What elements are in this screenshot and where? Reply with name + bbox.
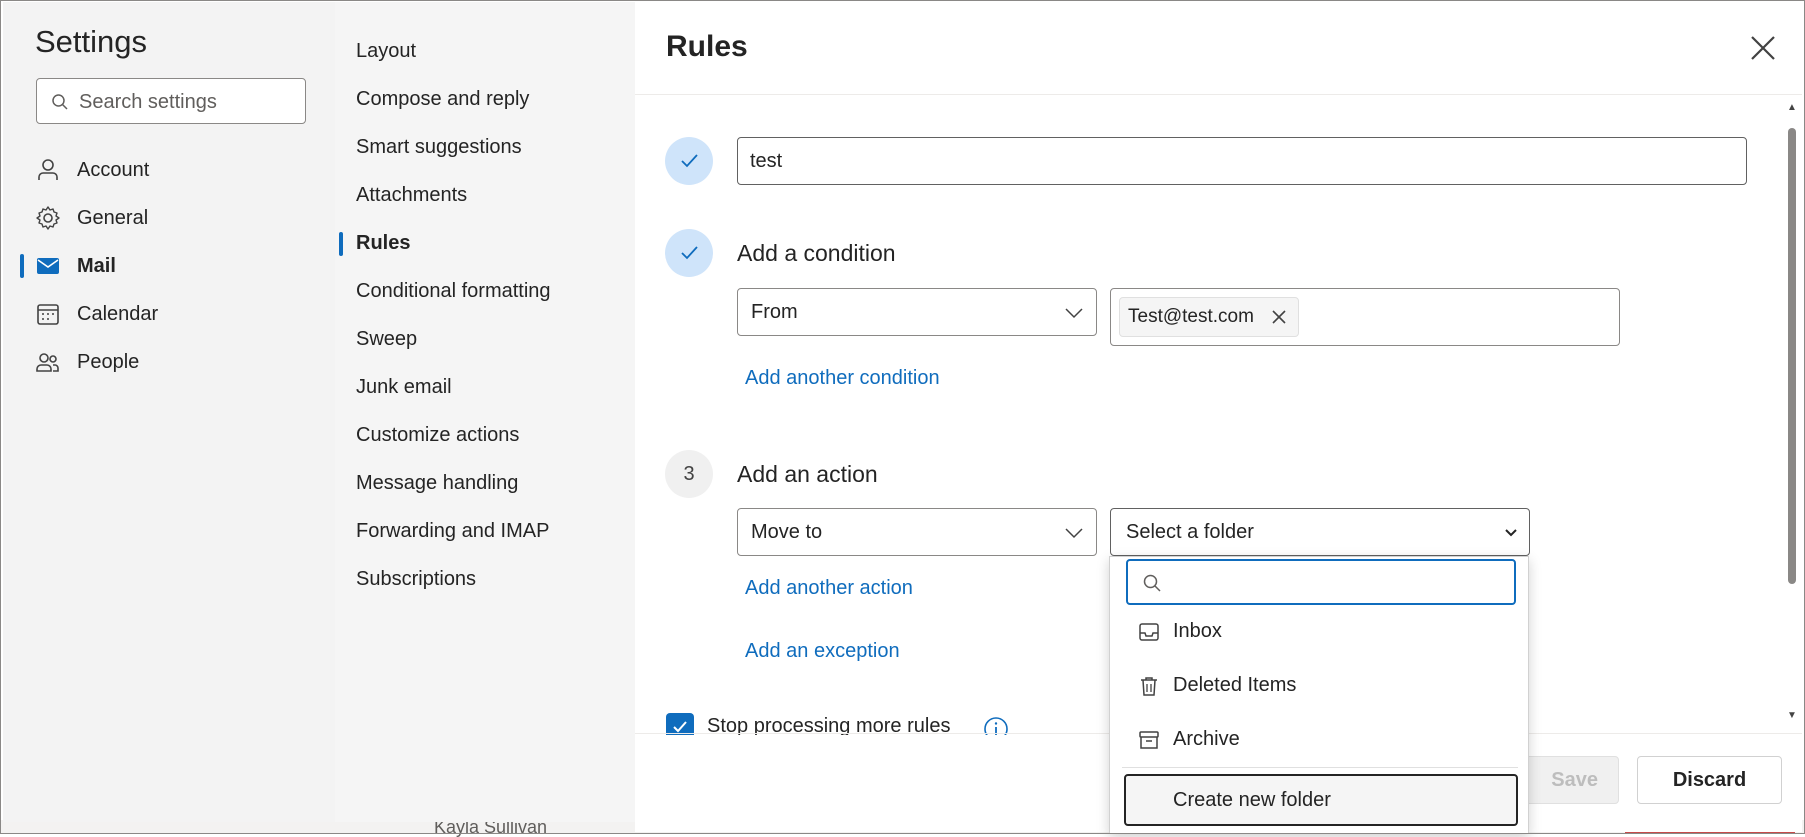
window-frame (0, 0, 1805, 834)
